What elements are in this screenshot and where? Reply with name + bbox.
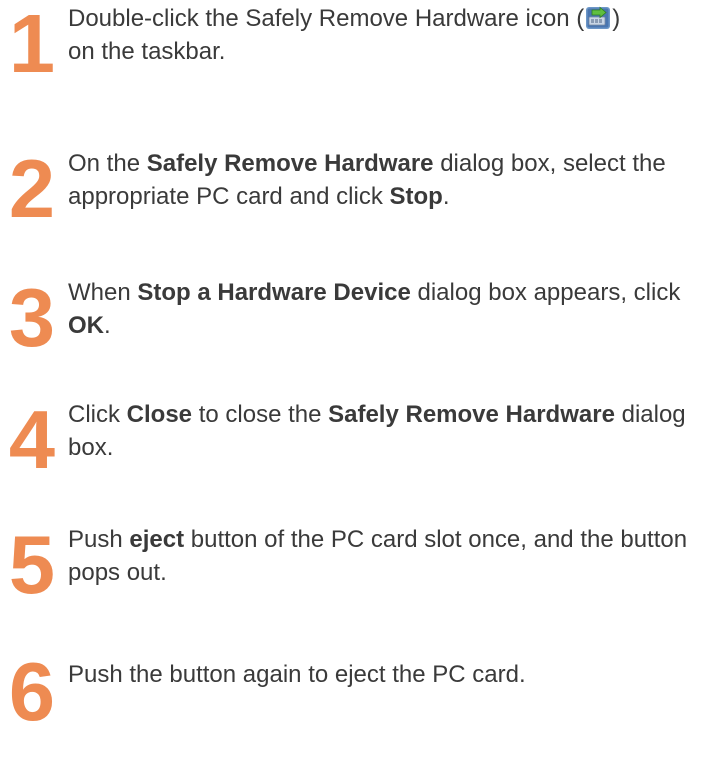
step-text-segment: dialog box appears, click <box>410 279 681 306</box>
step-text-segment: When <box>68 279 138 306</box>
step-text-bold: Safely Remove Hardware <box>146 150 434 177</box>
step-number: 2 <box>8 142 55 235</box>
step-text-bold: Stop <box>389 183 443 210</box>
step-text-bold: Safely Remove Hardware <box>328 401 615 428</box>
step-text: Double-click the Safely Remove Hardware … <box>68 2 698 68</box>
step-text-segment: . <box>442 183 450 210</box>
step-text-bold: Close <box>126 401 193 428</box>
step-text: Push the button again to eject the PC ca… <box>68 658 698 691</box>
step-text-bold: Stop a Hardware Device <box>137 279 411 306</box>
step-text: When Stop a Hardware Device dialog box a… <box>68 276 698 342</box>
step-number: 4 <box>8 393 55 486</box>
step-text: Push eject button of the PC card slot on… <box>68 523 698 589</box>
step-text-segment: Double-click the Safely Remove Hardware … <box>68 5 585 32</box>
step-text-bold: eject <box>129 526 185 553</box>
safely-remove-hardware-icon <box>586 6 611 29</box>
step-text-segment: On the <box>68 150 147 177</box>
step-number: 5 <box>8 518 55 611</box>
step-text-segment: Push the button again to eject the PC ca… <box>68 661 526 688</box>
step-text-segment: . <box>104 312 111 339</box>
step-number: 1 <box>8 0 55 90</box>
step-text-segment: Click <box>68 401 127 428</box>
step-text-segment: Push <box>68 526 130 553</box>
step-text: Click Close to close the Safely Remove H… <box>68 398 698 464</box>
step-text-segment: on the taskbar. <box>68 38 226 65</box>
step-text-segment: ) <box>612 5 621 32</box>
step-number: 6 <box>8 645 55 738</box>
step-number: 3 <box>8 271 55 364</box>
step-text-bold: OK <box>68 312 104 339</box>
step-text: On the Safely Remove Hardware dialog box… <box>68 147 698 213</box>
step-text-segment: to close the <box>192 401 329 428</box>
